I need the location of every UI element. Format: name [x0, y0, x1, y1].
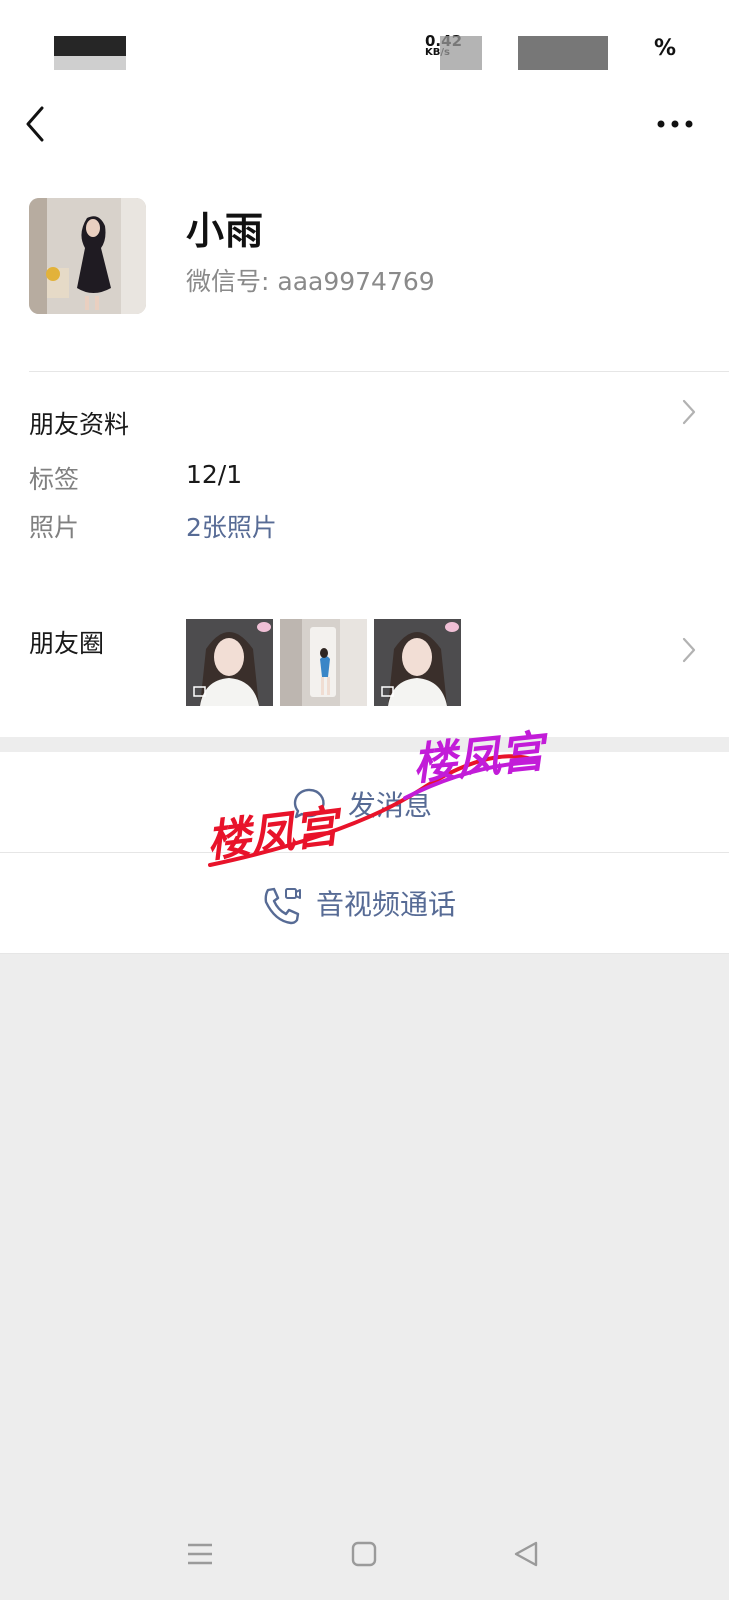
menu-icon[interactable] — [186, 1540, 214, 1568]
divider — [0, 953, 729, 954]
avatar-photo — [29, 198, 146, 314]
av-call-label: 音视频通话 — [316, 888, 457, 921]
tag-value: 12/1 — [186, 460, 243, 489]
avatar[interactable] — [29, 198, 146, 314]
battery-percent: % — [654, 36, 677, 61]
friend-info-chevron[interactable] — [679, 397, 699, 427]
tag-label: 标签 — [29, 465, 80, 494]
moments-section[interactable]: 朋友圈 — [0, 590, 729, 737]
back-button[interactable] — [22, 104, 52, 144]
photos-label: 照片 — [29, 513, 80, 542]
status-time-blurred — [54, 36, 126, 56]
phone-video-icon — [264, 887, 301, 925]
profile-card: 0.42KB/s % 小雨 微信号: aaa9974769 — [0, 0, 729, 590]
moments-thumb[interactable] — [280, 619, 367, 706]
moments-chevron[interactable] — [679, 635, 699, 665]
moments-thumb[interactable] — [374, 619, 461, 706]
wechat-id: 微信号: aaa9974769 — [186, 267, 435, 296]
moments-photo — [186, 619, 273, 706]
home-icon[interactable] — [350, 1540, 378, 1568]
contact-name: 小雨 — [186, 209, 265, 253]
friend-info-title: 朋友资料 — [29, 410, 130, 439]
chevron-right-icon — [682, 399, 696, 425]
divider — [29, 371, 729, 372]
moments-thumb[interactable] — [186, 619, 273, 706]
moments-photo — [374, 619, 461, 706]
status-icons-blurred — [440, 36, 482, 70]
moments-title: 朋友圈 — [29, 629, 105, 658]
more-button[interactable] — [655, 112, 699, 136]
more-dots-icon — [657, 120, 693, 128]
signal-icons-blurred — [518, 36, 608, 70]
moments-photo — [280, 619, 367, 706]
chevron-right-icon — [682, 637, 696, 663]
back-triangle-icon[interactable] — [512, 1540, 540, 1568]
chevron-left-icon — [26, 106, 44, 142]
photos-link[interactable]: 2张照片 — [186, 508, 277, 544]
status-time-blurred-lower — [54, 56, 126, 70]
watermark-text-purple: 楼凤宫 — [410, 726, 547, 791]
